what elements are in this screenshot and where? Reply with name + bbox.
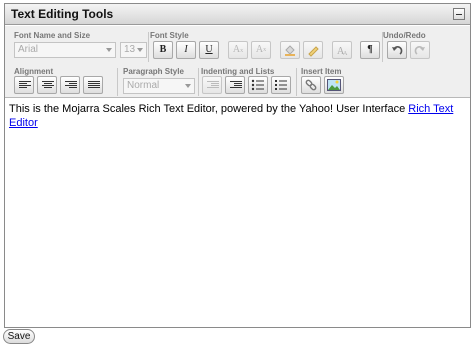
save-button[interactable]: Save [3,329,35,344]
paragraph-style-select[interactable]: Normal [123,78,195,94]
outdent-icon [207,81,219,90]
bold-button[interactable]: B [153,41,173,59]
align-center-button[interactable] [37,76,57,94]
indent-icon [230,81,242,90]
editor-titlebar: Text Editing Tools [5,4,470,25]
chevron-down-icon [106,48,112,52]
outdent-button[interactable] [202,76,222,94]
insert-image-button[interactable] [324,76,344,94]
eraser-icon: A A [337,46,348,57]
font-name-select[interactable]: Arial [14,42,116,58]
undo-redo-label: Undo/Redo [383,31,426,40]
align-right-icon [65,81,77,90]
paint-bucket-icon [285,45,295,56]
show-source-button[interactable]: ¶ [360,41,380,59]
indent-button[interactable] [225,76,245,94]
undo-icon [392,46,403,55]
editor-title: Text Editing Tools [11,7,114,21]
insert-item-label: Insert Item [301,67,342,76]
remove-format-button[interactable]: A A [332,41,352,59]
align-center-icon [42,81,54,90]
alignment-label: Alignment [14,67,54,76]
highlighter-icon [308,46,319,57]
indenting-lists-label: Indenting and Lists [201,67,275,76]
link-icon [305,79,317,91]
image-icon [327,79,341,91]
font-size-select[interactable]: 13 [120,42,147,58]
font-size-value: 13 [124,44,136,55]
align-justify-icon [88,81,100,90]
editor-content-area[interactable]: This is the Mojarra Scales Rich Text Edi… [5,99,470,133]
highlight-button[interactable] [303,41,323,59]
numbered-list-icon [275,80,287,90]
content-text: This is the Mojarra Scales Rich Text Edi… [9,103,409,115]
subscript-button[interactable]: Ax [228,41,248,59]
paragraph-style-label: Paragraph Style [123,67,184,76]
redo-button[interactable] [410,41,430,59]
chevron-down-icon [185,84,191,88]
editor-toolbar: Font Name and Size Font Style Undo/Redo … [5,26,470,98]
align-justify-button[interactable] [83,76,103,94]
bullet-list-icon [251,79,264,91]
rich-text-editor: Text Editing Tools Font Name and Size Fo… [4,3,471,328]
create-link-button[interactable] [301,76,321,94]
ordered-list-button[interactable] [271,76,291,94]
paragraph-style-value: Normal [127,80,160,91]
unordered-list-button[interactable] [248,76,268,94]
svg-text:A: A [343,51,348,57]
font-style-label: Font Style [150,31,189,40]
italic-button[interactable]: I [176,41,196,59]
align-right-button[interactable] [60,76,80,94]
align-left-icon [19,81,31,90]
chevron-down-icon [137,48,143,52]
pilcrow-icon: ¶ [367,44,373,55]
font-name-value: Arial [18,44,39,55]
fore-color-button[interactable] [280,41,300,59]
redo-icon [414,46,425,55]
collapse-icon[interactable] [453,8,465,20]
superscript-button[interactable]: Ax [251,41,271,59]
align-left-button[interactable] [14,76,34,94]
font-name-size-label: Font Name and Size [14,31,91,40]
underline-button[interactable]: U [199,41,219,59]
undo-button[interactable] [387,41,407,59]
